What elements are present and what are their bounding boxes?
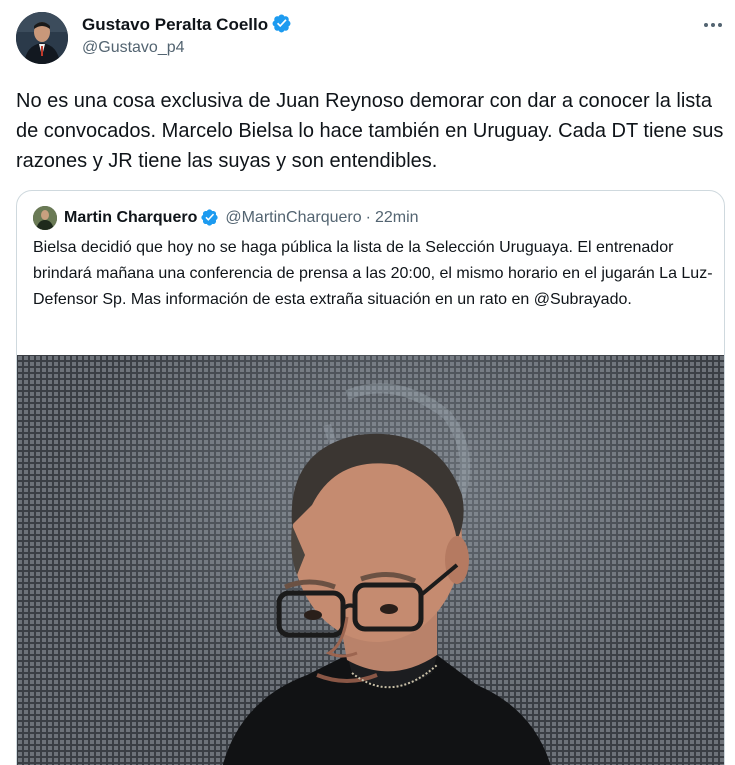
quoted-text: Bielsa decidió que hoy no se haga públic… xyxy=(33,239,713,308)
more-options-icon[interactable] xyxy=(696,12,730,38)
quoted-author-avatar[interactable] xyxy=(33,206,57,230)
quoted-author-handle[interactable]: @MartinCharquero xyxy=(225,209,361,227)
verified-badge-icon xyxy=(201,209,218,226)
author-name-row[interactable]: Gustavo Peralta Coello xyxy=(82,13,292,35)
separator-dot: · xyxy=(365,208,371,226)
tweet: Gustavo Peralta Coello @Gustavo_p4 No es… xyxy=(0,0,735,765)
verified-badge-icon xyxy=(272,14,291,33)
quoted-media-photo[interactable] xyxy=(17,355,724,765)
quoted-header: Martin Charquero @MartinCharquero · 22mi… xyxy=(64,208,419,227)
author-name[interactable]: Gustavo Peralta Coello xyxy=(82,15,268,34)
tweet-text: No es una cosa exclusiva de Juan Reynoso… xyxy=(16,90,724,172)
author-handle[interactable]: @Gustavo_p4 xyxy=(82,39,185,57)
quoted-author-name[interactable]: Martin Charquero xyxy=(64,209,197,227)
author-avatar[interactable] xyxy=(16,12,68,64)
quoted-tweet[interactable]: Martin Charquero @MartinCharquero · 22mi… xyxy=(16,190,725,765)
quoted-timestamp[interactable]: 22min xyxy=(375,209,419,227)
